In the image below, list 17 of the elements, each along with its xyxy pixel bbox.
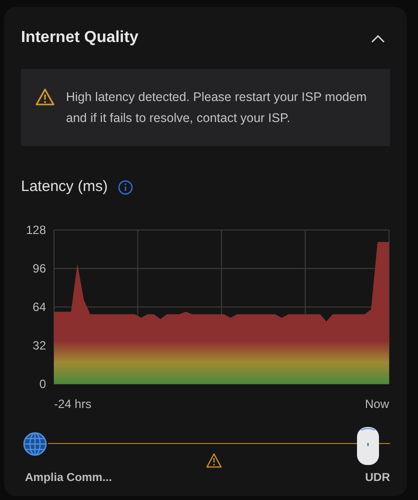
chart-title: Latency (ms) xyxy=(21,177,108,197)
section-title: Internet Quality xyxy=(21,28,138,48)
y-axis-label: 0 xyxy=(39,376,46,390)
alert-message: High latency detected. Please restart your ISP modem and if it fails to resolve, contact your ISP. xyxy=(66,89,368,127)
info-icon[interactable] xyxy=(118,180,133,195)
collapse-chevron-icon[interactable] xyxy=(371,34,385,42)
y-axis-label: 96 xyxy=(32,261,46,275)
y-axis-label: 32 xyxy=(32,338,46,352)
globe-icon xyxy=(23,432,47,456)
router-icon xyxy=(356,426,380,466)
x-axis-label: -24 hrs xyxy=(54,396,92,410)
source-label: Amplia Comm... xyxy=(25,470,112,486)
y-axis-label: 64 xyxy=(32,300,46,314)
warning-icon xyxy=(35,88,55,106)
y-axis-label: 128 xyxy=(26,222,46,236)
x-axis-label: Now xyxy=(364,396,389,410)
device-label: UDR xyxy=(365,470,390,486)
